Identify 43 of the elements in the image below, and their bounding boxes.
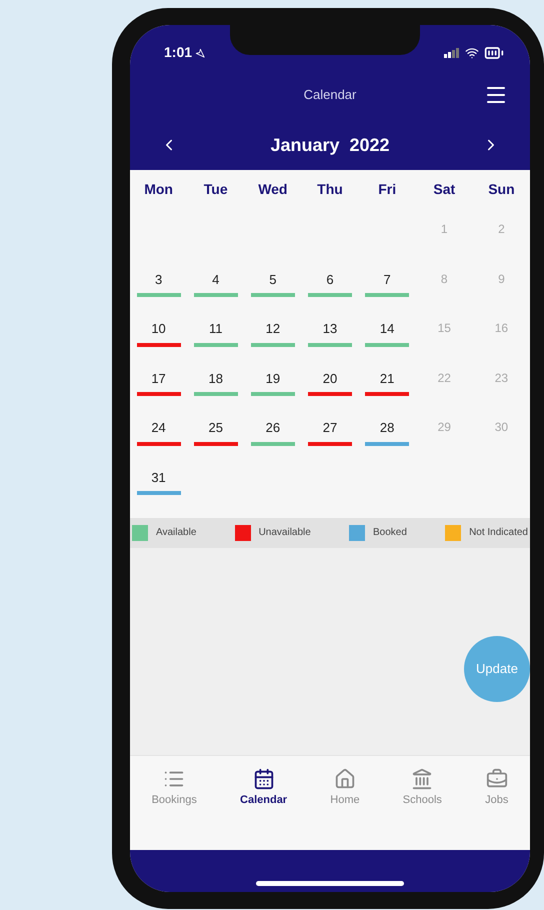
bank-icon xyxy=(411,768,434,790)
weekday-label: Fri xyxy=(377,180,398,198)
day-number[interactable]: 17 xyxy=(151,368,166,388)
signal-icon xyxy=(444,48,460,58)
location-icon xyxy=(195,48,206,58)
briefcase-icon xyxy=(486,768,508,790)
day-number[interactable]: 6 xyxy=(326,270,334,290)
weekday-label: Thu xyxy=(316,180,344,198)
legend-label: Unavailable xyxy=(258,526,311,540)
day-number[interactable]: 7 xyxy=(384,270,391,290)
weekday-label: Tue xyxy=(202,180,229,198)
day-number[interactable]: 26 xyxy=(266,418,280,438)
day-number[interactable]: 12 xyxy=(266,319,280,339)
weekday-label: Sun xyxy=(487,180,516,198)
legend-label: Booked xyxy=(372,526,407,540)
day-number[interactable]: 18 xyxy=(208,368,223,388)
day-number[interactable]: 24 xyxy=(151,418,166,438)
wifi-icon xyxy=(465,46,479,60)
legend-label: Available xyxy=(156,526,196,540)
day-number[interactable]: 21 xyxy=(380,368,394,388)
screen-title: Calendar xyxy=(304,86,356,104)
tab-item[interactable]: Calendar xyxy=(240,768,288,808)
calendar-icon xyxy=(252,768,275,790)
day-number[interactable]: 31 xyxy=(151,468,166,488)
home-icon xyxy=(334,768,356,790)
day-number[interactable]: 25 xyxy=(208,418,223,438)
day-number[interactable]: 4 xyxy=(212,270,220,290)
day-number[interactable]: 10 xyxy=(151,319,166,339)
weekday-label: Mon xyxy=(143,180,174,198)
day-number[interactable]: 27 xyxy=(322,418,338,438)
weekday-label: Sat xyxy=(432,180,456,198)
day-number[interactable]: 13 xyxy=(322,319,338,339)
day-number[interactable]: 5 xyxy=(269,270,276,290)
status-time: 1:01 xyxy=(164,43,192,62)
day-number[interactable]: 20 xyxy=(322,368,338,388)
day-number[interactable]: 3 xyxy=(154,270,162,290)
day-number[interactable]: 14 xyxy=(380,319,394,339)
day-number[interactable]: 11 xyxy=(208,319,222,339)
weekday-label: Wed xyxy=(257,180,288,198)
day-number[interactable]: 28 xyxy=(380,418,394,438)
month-title: January 2022 xyxy=(270,134,390,157)
legend-label: Not Indicated xyxy=(469,526,528,540)
day-number[interactable]: 19 xyxy=(266,368,280,388)
